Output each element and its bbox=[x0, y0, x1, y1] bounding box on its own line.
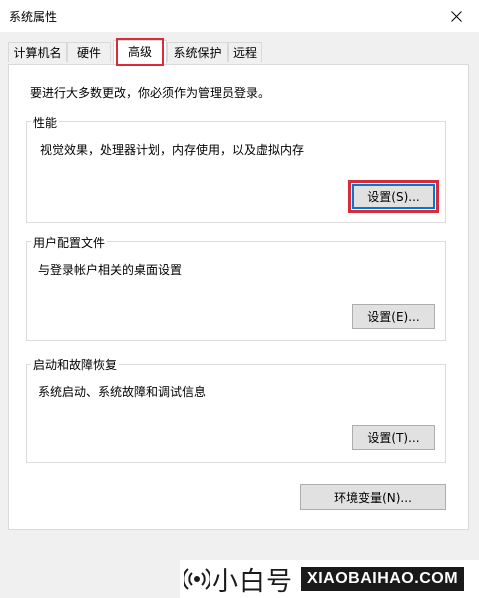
startup-recovery-settings-button[interactable]: 设置(T)... bbox=[352, 425, 435, 450]
watermark-brand-en: XIAOBAIHAO.COM bbox=[301, 567, 465, 591]
window-title: 系统属性 bbox=[9, 10, 58, 24]
user-profiles-label: 用户配置文件 bbox=[31, 234, 108, 251]
startup-recovery-description: 系统启动、系统故障和调试信息 bbox=[38, 385, 207, 399]
user-profiles-description: 与登录帐户相关的桌面设置 bbox=[38, 263, 183, 277]
title-bar: 系统属性 bbox=[0, 0, 479, 32]
tab-remote[interactable]: 远程 bbox=[228, 42, 262, 62]
user-profiles-settings-button[interactable]: 设置(E)... bbox=[352, 304, 435, 329]
watermark-brand-cn: 小白号 bbox=[212, 566, 294, 597]
close-button[interactable] bbox=[433, 0, 479, 32]
startup-recovery-label: 启动和故障恢复 bbox=[31, 356, 120, 373]
tab-hardware[interactable]: 硬件 bbox=[67, 42, 111, 62]
performance-description: 视觉效果，处理器计划，内存使用，以及虚拟内存 bbox=[40, 143, 305, 157]
watermark-bar: 小白号 XIAOBAIHAO.COM bbox=[180, 560, 479, 598]
system-properties-window: 系统属性 计算机名 硬件 高级 系统保护 远程 要进行大多数更改，你必须作为管理… bbox=[0, 0, 479, 598]
performance-settings-button[interactable]: 设置(S)... bbox=[352, 184, 435, 209]
close-icon bbox=[450, 10, 462, 22]
admin-note: 要进行大多数更改，你必须作为管理员登录。 bbox=[30, 86, 271, 100]
tab-advanced[interactable]: 高级 bbox=[113, 40, 167, 64]
environment-variables-button[interactable]: 环境变量(N)... bbox=[300, 484, 446, 510]
performance-label: 性能 bbox=[31, 114, 60, 131]
tab-computer-name[interactable]: 计算机名 bbox=[8, 42, 67, 62]
signal-icon bbox=[184, 568, 210, 590]
tab-system-protection[interactable]: 系统保护 bbox=[167, 42, 228, 62]
